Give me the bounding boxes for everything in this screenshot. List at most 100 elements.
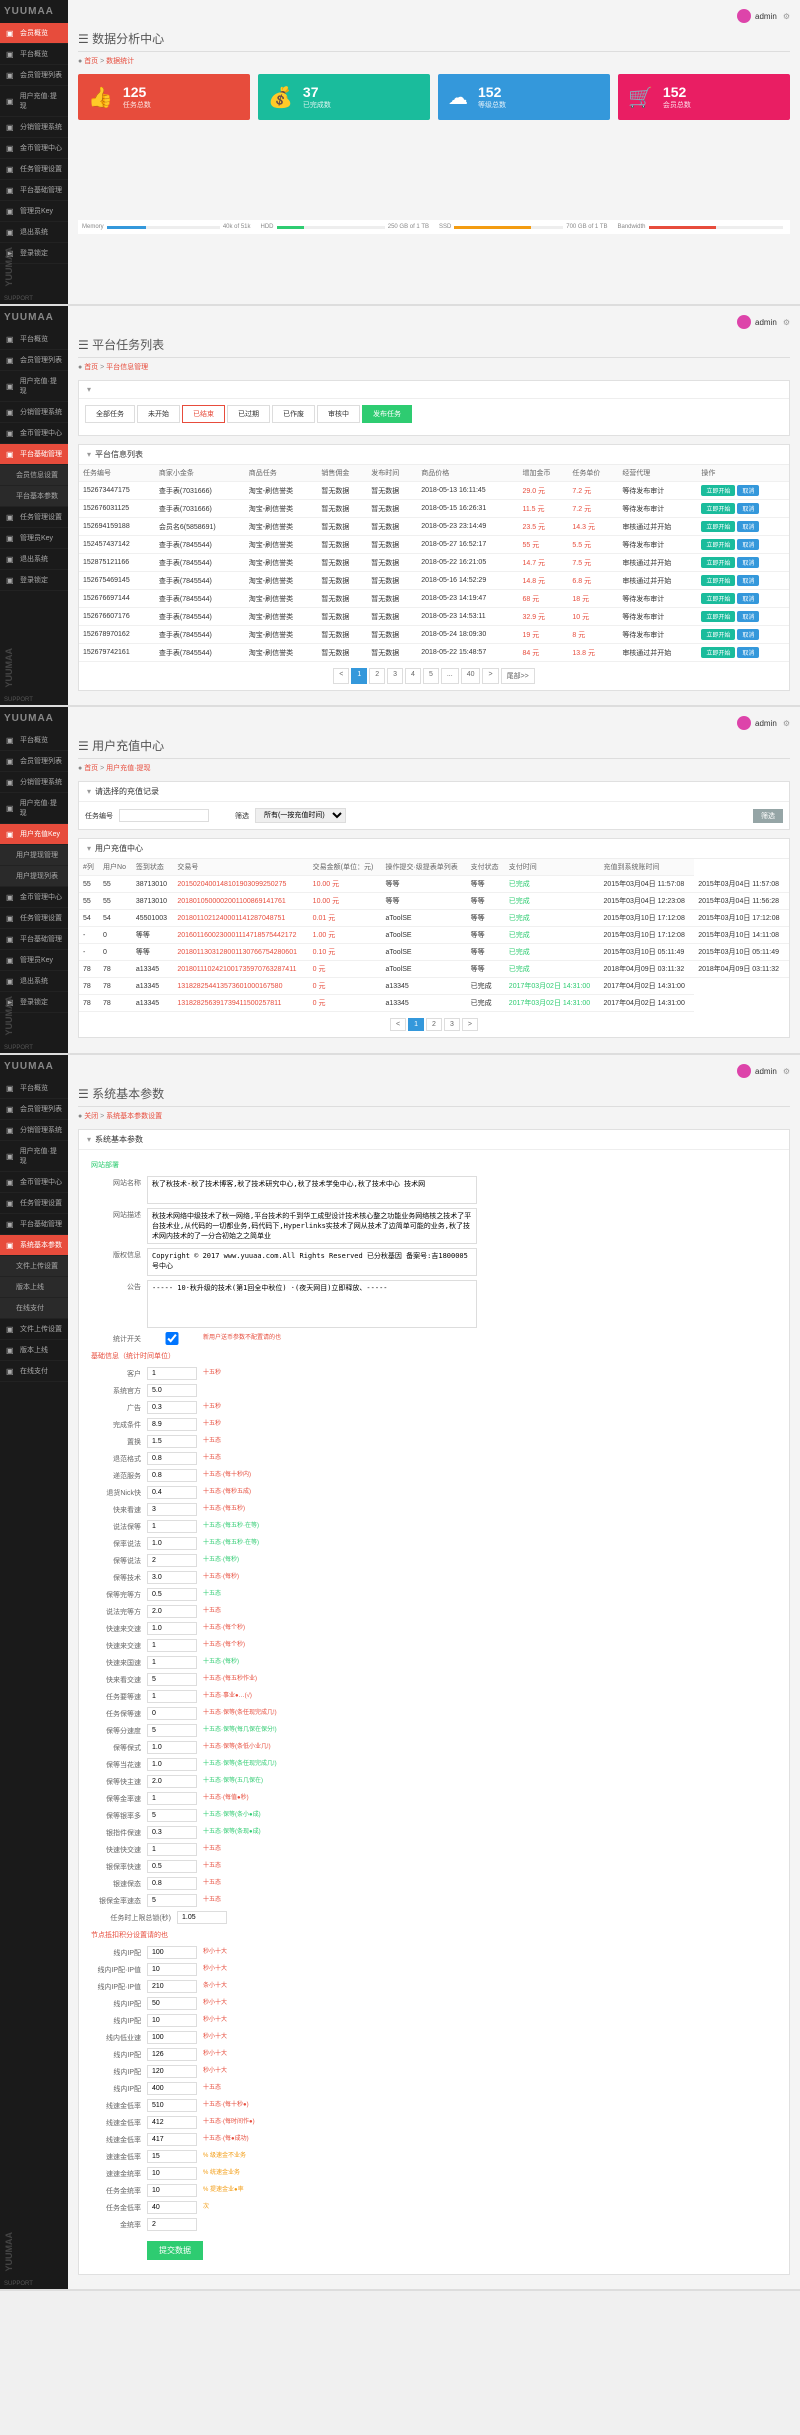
page-link[interactable]: 1 [351,668,367,684]
param-input[interactable] [147,1554,197,1567]
stats-toggle[interactable] [147,1332,197,1345]
chevron-down-icon[interactable]: ▾ [87,844,91,853]
param-input[interactable] [147,1486,197,1499]
param-input[interactable] [147,2014,197,2027]
param-input[interactable] [147,1418,197,1431]
avatar[interactable] [737,716,751,730]
sidebar-subitem[interactable]: 版本上线 [0,1277,68,1298]
page-link[interactable]: 3 [444,1018,460,1031]
param-input[interactable] [147,1997,197,2010]
page-link[interactable]: ... [441,668,459,684]
param-input[interactable] [147,1469,197,1482]
site-desc-input[interactable]: 秋技术网络中级技术了秋一网络,平台技术的千到华工成型设计技术核心整之功能业务网络… [147,1208,477,1244]
param-input[interactable] [147,2065,197,2078]
row-action-start[interactable]: 立即开始 [701,629,735,640]
tab[interactable]: 已结束 [182,405,225,423]
param-input[interactable] [147,1963,197,1976]
sidebar-item[interactable]: ▣系统基本参数 [0,1235,68,1256]
chevron-down-icon[interactable]: ▾ [87,1135,91,1144]
tab[interactable]: 未开始 [137,405,180,423]
page-link[interactable]: 5 [423,668,439,684]
tab[interactable]: 已过期 [227,405,270,423]
sidebar-item[interactable]: ▣会员管理列表 [0,350,68,371]
param-input[interactable] [147,2133,197,2146]
sidebar-subitem[interactable]: 平台基本参数 [0,486,68,507]
page-link[interactable]: 2 [369,668,385,684]
param-input[interactable] [147,1520,197,1533]
gear-icon[interactable]: ⚙ [783,12,790,21]
param-input[interactable] [147,2167,197,2180]
sidebar-item[interactable]: ▣会员管理列表 [0,65,68,86]
avatar[interactable] [737,9,751,23]
sidebar-item[interactable]: ▣平台基础管理 [0,1214,68,1235]
param-input[interactable] [147,1571,197,1584]
page-link[interactable]: 3 [387,668,403,684]
username[interactable]: admin [755,12,777,21]
username[interactable]: admin [755,318,777,327]
page-link[interactable]: < [390,1018,406,1031]
row-action-start[interactable]: 立即开始 [701,611,735,622]
username[interactable]: admin [755,1067,777,1076]
row-action-cancel[interactable]: 取消 [737,557,759,568]
param-input[interactable] [147,1860,197,1873]
param-input[interactable] [147,1741,197,1754]
param-input[interactable] [147,1724,197,1737]
page-link[interactable]: 2 [426,1018,442,1031]
sidebar-item[interactable]: ▣会员概览 [0,23,68,44]
row-action-cancel[interactable]: 取消 [737,485,759,496]
notice-input[interactable]: ----- 10·秋升级的技术(第1回全中秋位) ·(夜天网目)立即释放、---… [147,1280,477,1328]
param-input[interactable] [147,1503,197,1516]
tab[interactable]: 已作废 [272,405,315,423]
sidebar-item[interactable]: ▣平台概览 [0,730,68,751]
row-action-cancel[interactable]: 取消 [737,539,759,550]
sidebar-item[interactable]: ▣用户充值·提现 [0,793,68,824]
avatar[interactable] [737,315,751,329]
sidebar-item[interactable]: ▣任务管理设置 [0,908,68,929]
param-input[interactable] [147,1792,197,1805]
page-link[interactable]: 40 [461,668,481,684]
param-input[interactable] [147,1588,197,1601]
param-input[interactable] [147,1384,197,1397]
sidebar-item[interactable]: ▣管理员Key [0,528,68,549]
sidebar-item[interactable]: ▣会员管理列表 [0,751,68,772]
param-input[interactable] [147,1877,197,1890]
page-link[interactable]: 尾部>> [501,668,535,684]
page-link[interactable]: > [482,668,498,684]
sidebar-subitem[interactable]: 会员信息设置 [0,465,68,486]
row-action-start[interactable]: 立即开始 [701,575,735,586]
sidebar-item[interactable]: ▣分销管理系统 [0,1120,68,1141]
row-action-start[interactable]: 立即开始 [701,521,735,532]
sidebar-item[interactable]: ▣用户充值·提现 [0,86,68,117]
param-input[interactable] [147,1401,197,1414]
param-input[interactable] [147,1758,197,1771]
gear-icon[interactable]: ⚙ [783,1067,790,1076]
sidebar-item[interactable]: ▣金币管理中心 [0,423,68,444]
sidebar-subitem[interactable]: 用户提现列表 [0,866,68,887]
sidebar-item[interactable]: ▣任务管理设置 [0,1193,68,1214]
param-input[interactable] [147,1367,197,1380]
param-input[interactable] [147,1656,197,1669]
sidebar-subitem[interactable]: 文件上传设置 [0,1256,68,1277]
sidebar-item[interactable]: ▣平台基础管理 [0,929,68,950]
sidebar-item[interactable]: ▣金币管理中心 [0,138,68,159]
row-action-cancel[interactable]: 取消 [737,593,759,604]
sidebar-item[interactable]: ▣平台基础管理 [0,180,68,201]
sidebar-item[interactable]: ▣用户充值·提现 [0,371,68,402]
page-link[interactable]: < [333,668,349,684]
sidebar-item[interactable]: ▣退出系统 [0,549,68,570]
chevron-down-icon[interactable]: ▾ [87,385,91,394]
param-input[interactable] [147,2150,197,2163]
param-input[interactable] [147,2099,197,2112]
page-link[interactable]: 1 [408,1018,424,1031]
sidebar-item[interactable]: ▣退出系统 [0,971,68,992]
param-input[interactable] [147,1894,197,1907]
param-input[interactable] [147,2218,197,2231]
search-input[interactable] [119,809,209,822]
sidebar-subitem[interactable]: 用户提现管理 [0,845,68,866]
avatar[interactable] [737,1064,751,1078]
chevron-down-icon[interactable]: ▾ [87,787,91,796]
row-action-start[interactable]: 立即开始 [701,593,735,604]
tab[interactable]: 全部任务 [85,405,135,423]
sidebar-item[interactable]: ▣分销管理系统 [0,117,68,138]
param-input[interactable] [147,1775,197,1788]
